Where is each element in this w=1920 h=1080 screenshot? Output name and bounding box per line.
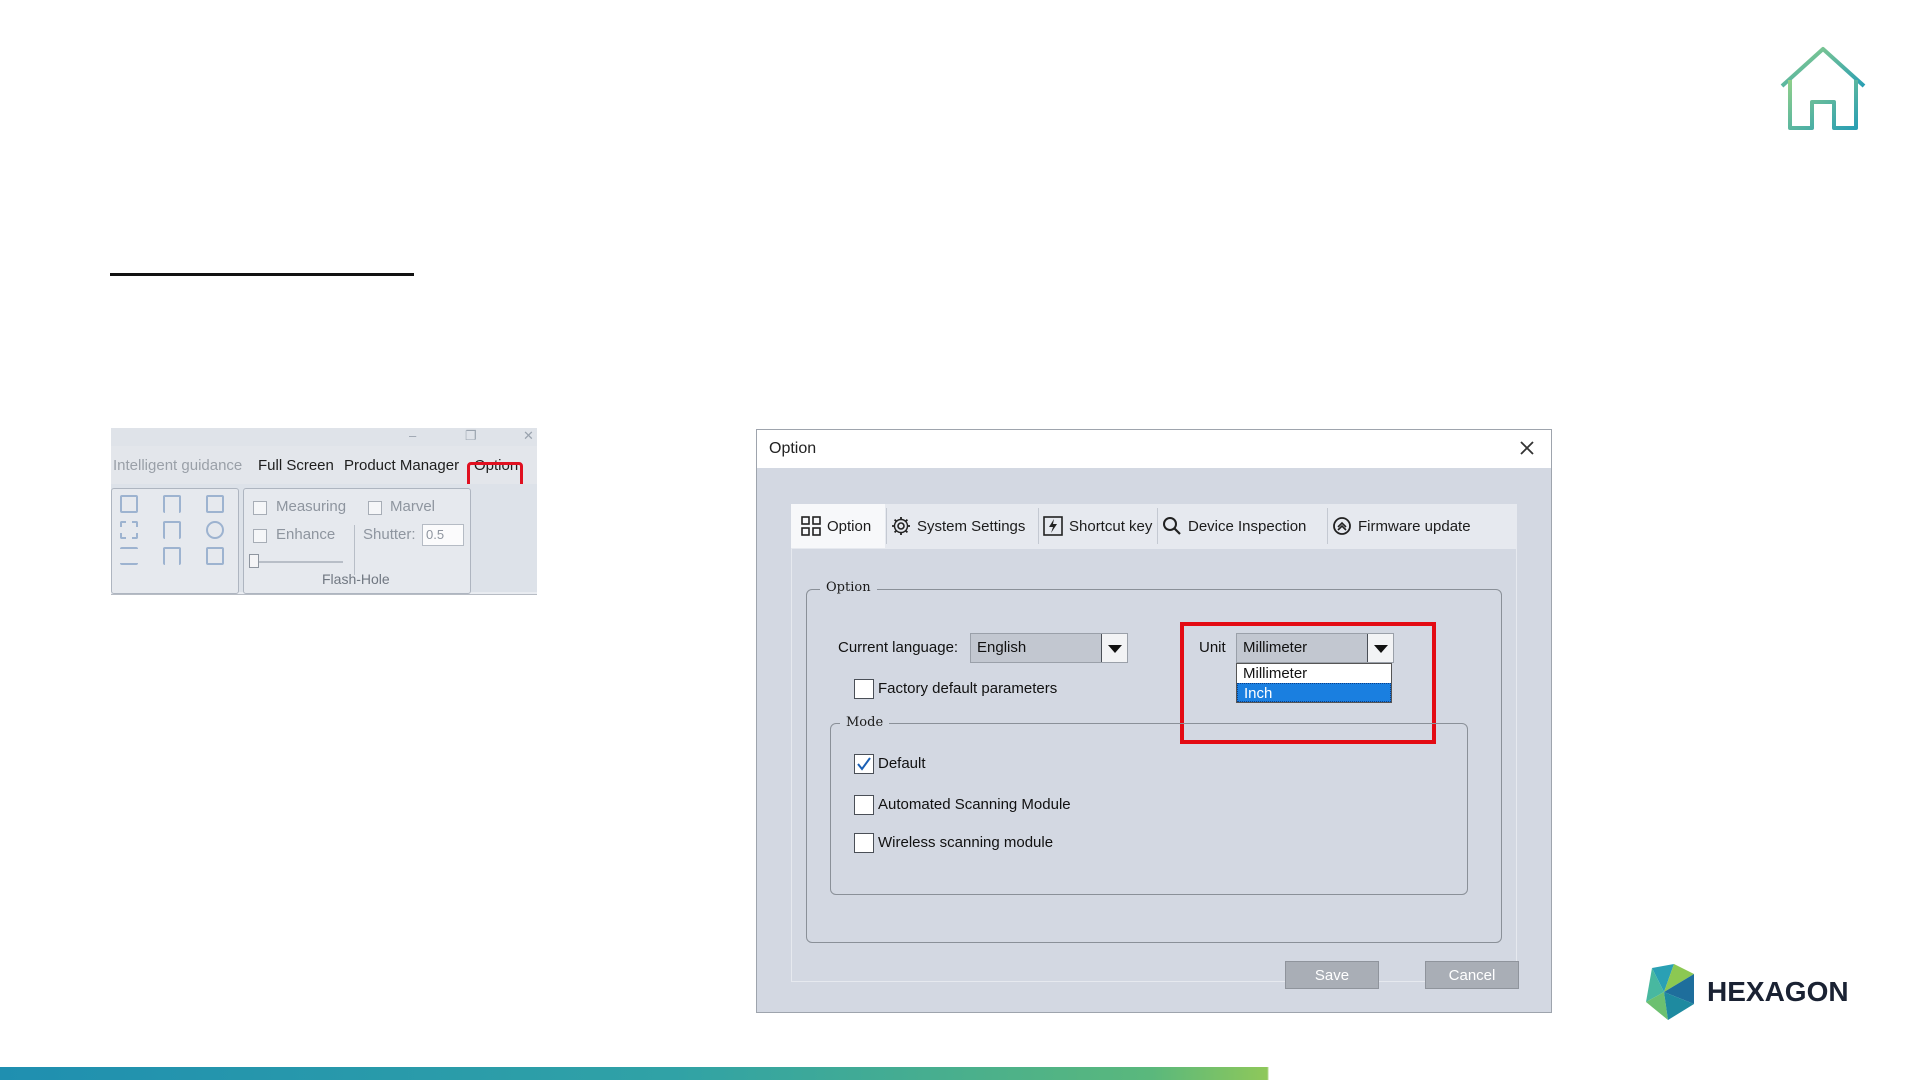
current-language-label: Current language:	[838, 639, 959, 656]
wireless-scanning-label: Wireless scanning module	[878, 834, 1054, 851]
checkmark-icon	[857, 757, 871, 771]
restore-icon[interactable]: ❐	[465, 428, 477, 444]
minimize-icon[interactable]: –	[409, 428, 416, 443]
menu-product-manager[interactable]: Product Manager	[344, 446, 459, 486]
tab-firmware-update[interactable]: Firmware update	[1332, 504, 1471, 548]
ribbon-body: Measuring Marvel Enhance Shutter: 0.5 Fl…	[111, 484, 537, 594]
align-icon[interactable]	[120, 521, 138, 539]
copy-icon[interactable]	[120, 495, 138, 513]
default-mode-label: Default	[878, 755, 926, 772]
frame-icon[interactable]	[163, 547, 181, 565]
exposure-slider-thumb[interactable]	[249, 554, 259, 568]
footer-color-bar	[0, 1067, 1920, 1080]
tab-system-settings[interactable]: System Settings	[891, 504, 1025, 548]
marvel-checkbox[interactable]	[368, 501, 382, 515]
dialog-titlebar: Option	[757, 430, 1551, 468]
marvel-label: Marvel	[390, 498, 436, 515]
default-mode-checkbox[interactable]	[854, 754, 874, 774]
shutter-label: Shutter:	[363, 526, 416, 543]
close-icon[interactable]	[1515, 436, 1539, 460]
flash-hole-panel: Measuring Marvel Enhance Shutter: 0.5 Fl…	[243, 488, 471, 594]
option-content-panel: Option Current language: English Unit Mi…	[791, 548, 1517, 982]
tab-option-label: Option	[827, 517, 872, 535]
option-dialog: Option Option System Settings Shortcut k…	[756, 429, 1552, 1013]
tab-device-inspection-label: Device Inspection	[1188, 517, 1307, 535]
ribbon-screenshot: – ❐ ✕ Intelligent guidance Full Screen P…	[111, 428, 537, 595]
menu-intelligent-guidance[interactable]: Intelligent guidance	[113, 446, 242, 486]
dialog-title: Option	[769, 440, 817, 457]
enhance-label: Enhance	[276, 526, 336, 543]
lightning-icon	[1043, 516, 1063, 536]
exposure-slider-track[interactable]	[253, 561, 343, 563]
chevron-down-icon[interactable]	[1101, 634, 1127, 662]
factory-default-checkbox[interactable]	[854, 679, 874, 699]
wireless-scanning-checkbox[interactable]	[854, 833, 874, 853]
option-group-title: Option	[820, 580, 877, 595]
measuring-label: Measuring	[276, 498, 347, 515]
tab-option[interactable]: Option	[791, 504, 885, 548]
update-icon	[1333, 517, 1351, 535]
flash-hole-group-title: Flash-Hole	[322, 571, 390, 587]
automated-scanning-label: Automated Scanning Module	[878, 796, 1071, 813]
grid-icon	[801, 516, 821, 536]
brand-name: HEXAGON	[1707, 976, 1849, 1007]
trash-icon[interactable]	[206, 495, 224, 513]
ribbon-menu: Intelligent guidance Full Screen Product…	[111, 446, 537, 495]
hexagon-logo-icon	[1646, 964, 1694, 1020]
delete-icon[interactable]	[206, 521, 224, 539]
language-select[interactable]: English	[970, 633, 1128, 663]
measuring-checkbox[interactable]	[253, 501, 267, 515]
save-button[interactable]: Save	[1285, 961, 1379, 989]
enhance-checkbox[interactable]	[253, 529, 267, 543]
automated-scanning-checkbox[interactable]	[854, 795, 874, 815]
shutter-input[interactable]: 0.5	[422, 524, 464, 546]
home-icon[interactable]	[1778, 46, 1868, 130]
tab-strip: Option System Settings Shortcut key Devi…	[791, 504, 1517, 548]
frame-icon[interactable]	[163, 521, 181, 539]
ribbon-window-bar: – ❐ ✕	[111, 428, 537, 446]
tab-shortcut-key[interactable]: Shortcut key	[1043, 504, 1152, 548]
menu-full-screen[interactable]: Full Screen	[258, 446, 334, 486]
tab-device-inspection[interactable]: Device Inspection	[1162, 504, 1306, 548]
tab-shortcut-key-label: Shortcut key	[1069, 517, 1153, 535]
cancel-button[interactable]: Cancel	[1425, 961, 1519, 989]
frame-icon[interactable]	[163, 495, 181, 513]
title-underline	[110, 273, 414, 276]
columns-icon[interactable]	[120, 547, 138, 565]
settings-icon[interactable]	[206, 547, 224, 565]
close-icon[interactable]: ✕	[523, 428, 534, 444]
factory-default-label: Factory default parameters	[878, 680, 1058, 697]
tab-firmware-update-label: Firmware update	[1358, 517, 1471, 535]
language-value: English	[977, 639, 1027, 656]
gear-icon	[892, 517, 910, 535]
search-icon	[1163, 517, 1181, 535]
mode-group-title: Mode	[840, 715, 890, 730]
tab-system-settings-label: System Settings	[917, 517, 1026, 535]
ribbon-tools-panel	[111, 488, 239, 594]
